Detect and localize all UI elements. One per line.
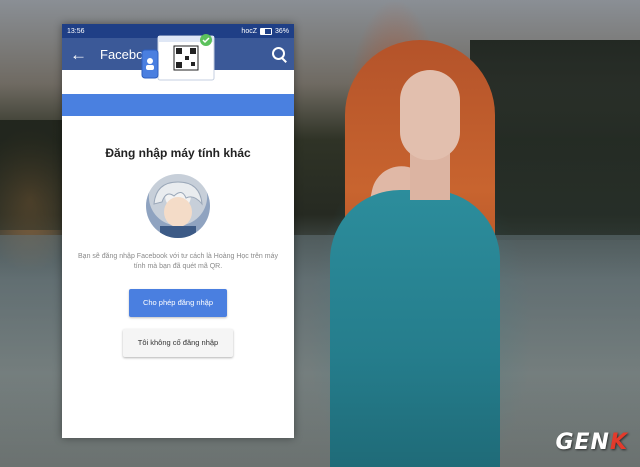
person-icon	[147, 58, 153, 64]
qr-block	[185, 56, 189, 60]
allow-login-button[interactable]: Cho phép đăng nhập	[129, 289, 227, 317]
background-trees	[0, 120, 70, 230]
main-content: Đăng nhập máy tính khác Bạn sẽ đăng nhập…	[62, 144, 294, 357]
back-arrow-icon[interactable]: ←	[70, 46, 90, 63]
woman-face	[400, 70, 460, 160]
person-body	[146, 65, 154, 70]
woman-dress	[330, 190, 500, 467]
battery-percent: 36%	[274, 27, 289, 35]
avatar-collar	[160, 226, 196, 238]
watermark-accent: K	[609, 430, 628, 455]
avatar	[146, 174, 210, 238]
deny-login-button[interactable]: Tôi không cố đăng nhập	[123, 329, 233, 357]
phone-qr-illustration	[141, 34, 215, 81]
avatar-face	[164, 197, 192, 227]
background-trees	[470, 40, 640, 240]
qr-block	[191, 62, 195, 66]
search-icon[interactable]	[272, 47, 286, 61]
battery-icon	[259, 27, 272, 35]
login-description: Bạn sẽ đăng nhập Facebook với tư cách là…	[78, 253, 278, 270]
phone-screen: 13:56 hocZ 36% ← Facebook Đăng nhập máy …	[62, 24, 294, 438]
watermark-text: GEN	[555, 430, 610, 455]
qr-block	[176, 48, 182, 54]
status-indicators: hocZ 36%	[241, 27, 289, 35]
status-time: 13:56	[67, 27, 85, 35]
watermark-logo: GENK	[555, 430, 628, 455]
network-label: hocZ	[241, 27, 257, 35]
page-title: Đăng nhập máy tính khác	[105, 146, 251, 160]
qr-block	[190, 48, 196, 54]
qr-block	[176, 62, 182, 68]
avatar-illustration	[153, 181, 203, 238]
